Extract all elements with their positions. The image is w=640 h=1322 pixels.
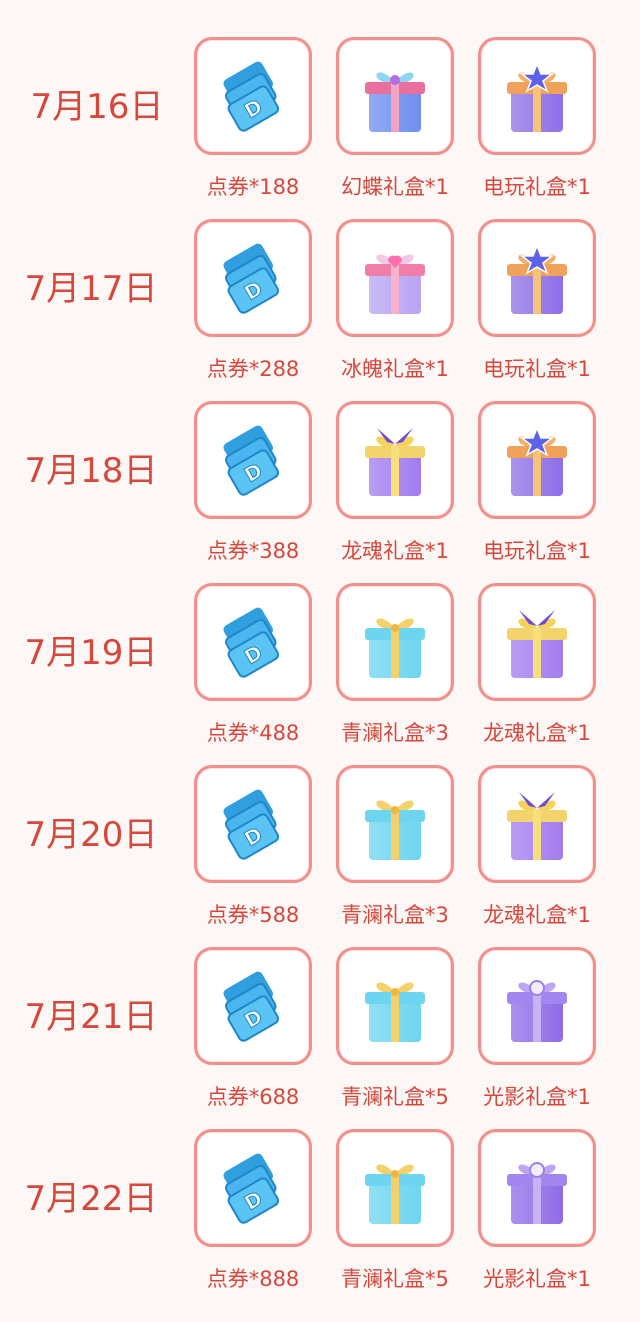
- reward-label: 点券*888: [206, 1267, 300, 1291]
- day-row: 7月17日 D 点券*288 冰魄礼盒*1 电玩礼盒*1: [0, 219, 640, 401]
- reward-item: 龙魂礼盒*1: [325, 401, 465, 571]
- reward-label: 青澜礼盒*3: [341, 903, 449, 927]
- coupon-icon: D: [194, 1129, 312, 1247]
- reward-label: 点券*588: [206, 903, 300, 927]
- reward-label: 点券*388: [206, 539, 300, 563]
- coupon-icon: D: [194, 947, 312, 1065]
- reward-item: D 点券*588: [183, 765, 323, 935]
- dragon-gift-box-icon: [478, 765, 596, 883]
- reward-item: 光影礼盒*1: [467, 1129, 607, 1299]
- reward-label: 电玩礼盒*1: [483, 175, 591, 199]
- reward-item: 龙魂礼盒*1: [467, 583, 607, 753]
- reward-item: D 点券*688: [183, 947, 323, 1117]
- pearl-gift-box-icon: [478, 947, 596, 1065]
- day-row: 7月22日 D 点券*888 青澜礼盒*5 光影礼盒*1: [0, 1129, 640, 1311]
- reward-label: 龙魂礼盒*1: [483, 721, 591, 745]
- reward-label: 龙魂礼盒*1: [483, 903, 591, 927]
- reward-label: 光影礼盒*1: [483, 1085, 591, 1109]
- reward-item: D 点券*288: [183, 219, 323, 389]
- star-gift-box-icon: [478, 37, 596, 155]
- coupon-icon: D: [194, 37, 312, 155]
- day-row: 7月18日 D 点券*388 龙魂礼盒*1 电玩礼盒*1: [0, 401, 640, 583]
- reward-item: 冰魄礼盒*1: [325, 219, 465, 389]
- reward-label: 点券*288: [206, 357, 300, 381]
- reward-label: 电玩礼盒*1: [483, 357, 591, 381]
- reward-label: 青澜礼盒*5: [341, 1267, 449, 1291]
- reward-item: 青澜礼盒*3: [325, 583, 465, 753]
- date-label: 7月20日: [24, 815, 158, 855]
- coupon-icon: D: [194, 583, 312, 701]
- blue-gift-box-icon: [336, 947, 454, 1065]
- reward-item: 青澜礼盒*5: [325, 947, 465, 1117]
- date-label: 7月22日: [24, 1179, 158, 1219]
- reward-item: 龙魂礼盒*1: [467, 765, 607, 935]
- reward-label: 幻蝶礼盒*1: [341, 175, 449, 199]
- reward-label: 冰魄礼盒*1: [341, 357, 449, 381]
- butterfly-gift-box-icon: [336, 37, 454, 155]
- reward-label: 光影礼盒*1: [483, 1267, 591, 1291]
- reward-item: 电玩礼盒*1: [467, 219, 607, 389]
- reward-item: 电玩礼盒*1: [467, 37, 607, 207]
- day-row: 7月21日 D 点券*688 青澜礼盒*5 光影礼盒*1: [0, 947, 640, 1129]
- reward-item: D 点券*488: [183, 583, 323, 753]
- reward-item: 光影礼盒*1: [467, 947, 607, 1117]
- coupon-icon: D: [194, 765, 312, 883]
- reward-label: 点券*488: [206, 721, 300, 745]
- reward-label: 点券*188: [206, 175, 300, 199]
- date-label: 7月21日: [24, 997, 158, 1037]
- pearl-gift-box-icon: [478, 1129, 596, 1247]
- reward-item: 电玩礼盒*1: [467, 401, 607, 571]
- reward-item: D 点券*888: [183, 1129, 323, 1299]
- dragon-gift-box-icon: [478, 583, 596, 701]
- reward-label: 青澜礼盒*3: [341, 721, 449, 745]
- reward-item: 青澜礼盒*3: [325, 765, 465, 935]
- blue-gift-box-icon: [336, 765, 454, 883]
- reward-label: 龙魂礼盒*1: [341, 539, 449, 563]
- coupon-icon: D: [194, 219, 312, 337]
- coupon-icon: D: [194, 401, 312, 519]
- star-gift-box-icon: [478, 401, 596, 519]
- reward-item: 幻蝶礼盒*1: [325, 37, 465, 207]
- blue-gift-box-icon: [336, 1129, 454, 1247]
- star-gift-box-icon: [478, 219, 596, 337]
- date-label: 7月19日: [24, 633, 158, 673]
- reward-label: 电玩礼盒*1: [483, 539, 591, 563]
- reward-item: D 点券*188: [183, 37, 323, 207]
- dragon-gift-box-icon: [336, 401, 454, 519]
- day-row: 7月19日 D 点券*488 青澜礼盒*3 龙魂礼盒*1: [0, 583, 640, 765]
- date-label: 7月16日: [30, 87, 164, 127]
- blue-gift-box-icon: [336, 583, 454, 701]
- reward-label: 点券*688: [206, 1085, 300, 1109]
- day-row: 7月20日 D 点券*588 青澜礼盒*3 龙魂礼盒*1: [0, 765, 640, 947]
- reward-item: D 点券*388: [183, 401, 323, 571]
- heart-gift-box-icon: [336, 219, 454, 337]
- reward-item: 青澜礼盒*5: [325, 1129, 465, 1299]
- date-label: 7月17日: [24, 269, 158, 309]
- date-label: 7月18日: [24, 451, 158, 491]
- reward-label: 青澜礼盒*5: [341, 1085, 449, 1109]
- day-row: 7月16日 D 点券*188 幻蝶礼盒*1 电玩礼盒*1: [0, 37, 640, 219]
